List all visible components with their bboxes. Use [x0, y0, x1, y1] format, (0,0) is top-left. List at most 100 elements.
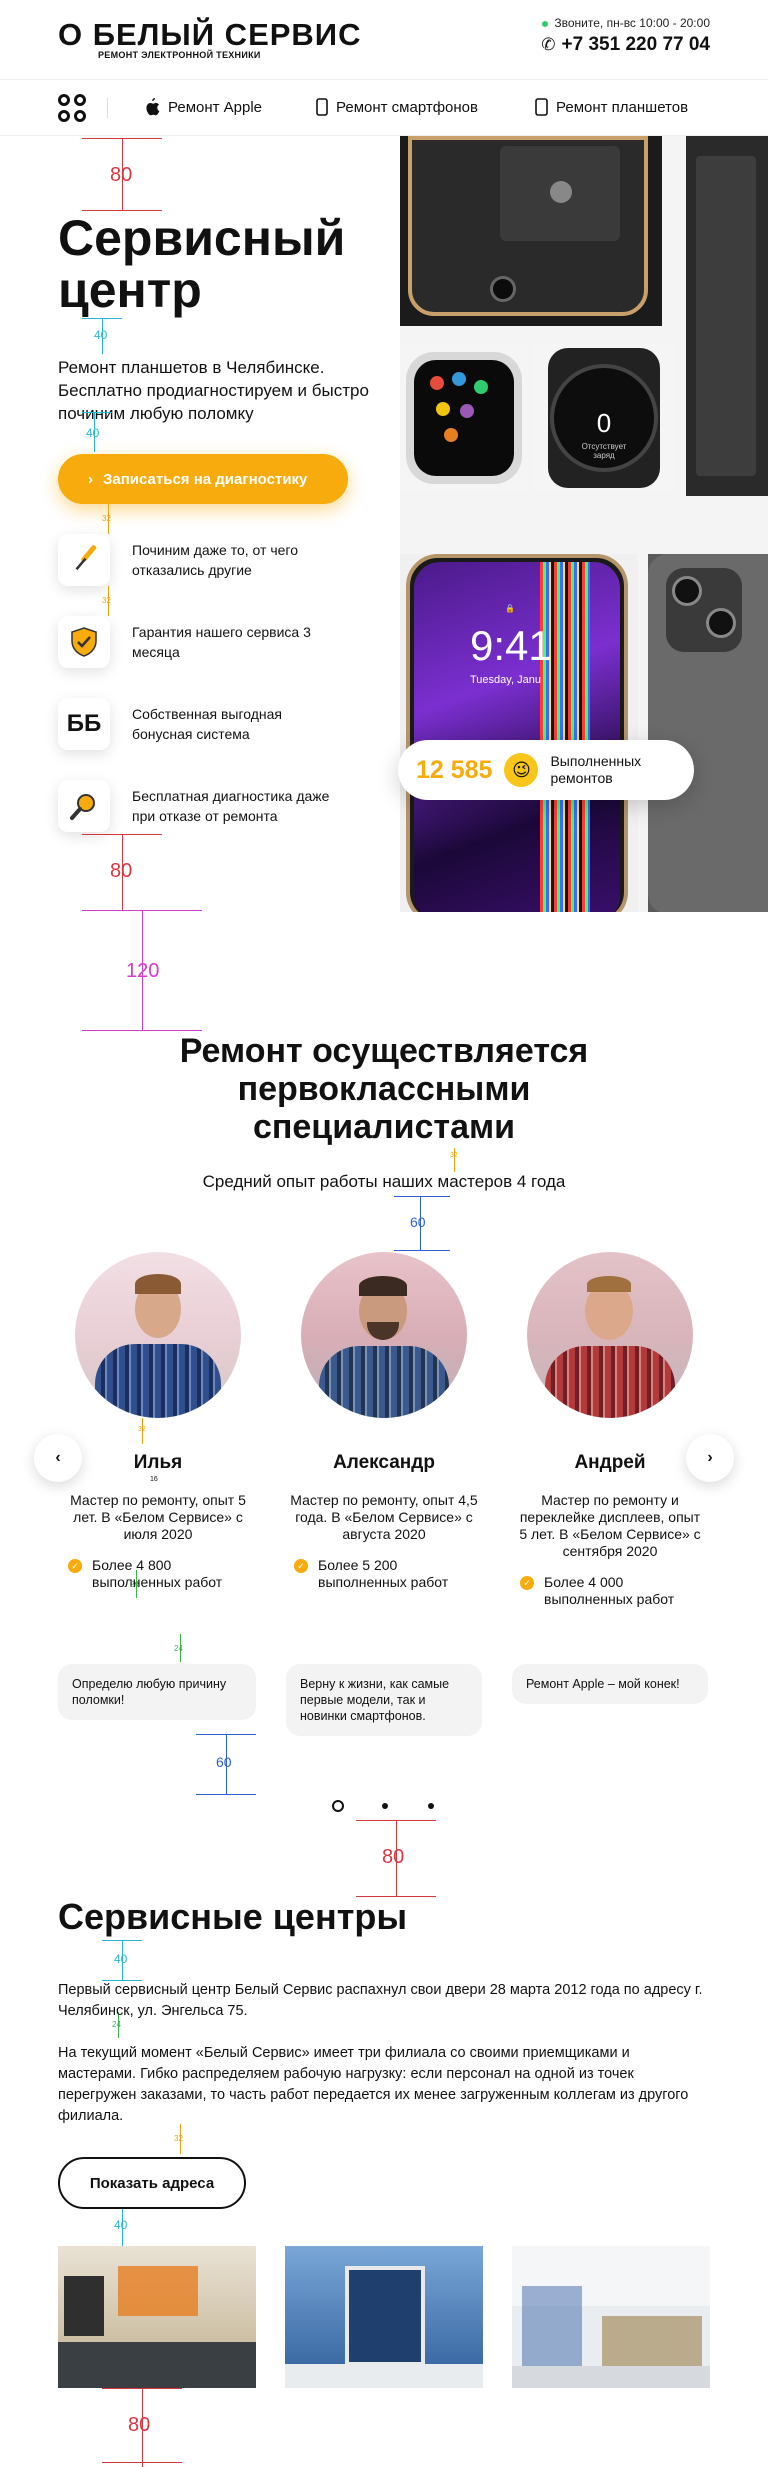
center-photo-2[interactable]	[285, 2246, 483, 2388]
guide-label: 40	[114, 2218, 128, 2232]
team-member-card: Александр Мастер по ремонту, опыт 4,5 го…	[284, 1252, 484, 1591]
feature-text: Гарантия нашего сервиса 3 месяца	[132, 624, 311, 660]
feature-text: Бесплатная диагностика даже при отказе о…	[132, 788, 330, 824]
centers-title: Сервисные центры	[58, 1896, 408, 1937]
phone-link[interactable]: ✆ +7 351 220 77 04	[541, 34, 710, 56]
magnifier-icon	[58, 780, 110, 832]
member-stat: ✓ Более 4 800 выполненных работ	[58, 1557, 258, 1591]
pagination-dot[interactable]	[428, 1803, 434, 1809]
logo-text: О БЕЛЫЙ СЕРВИС	[58, 17, 362, 52]
book-diagnostics-button[interactable]: › Записаться на диагностику	[58, 454, 348, 504]
phone-icon: ✆	[541, 35, 556, 54]
nav-item-tablets[interactable]: Ремонт планшетов	[535, 98, 688, 116]
member-role: Мастер по ремонту, опыт 4,5 года. В «Бел…	[290, 1492, 478, 1542]
ipad-back-photo	[648, 554, 768, 912]
team-member-card: Андрей Мастер по ремонту и переклейке ди…	[510, 1252, 710, 1608]
iphone-internals-photo	[400, 136, 662, 326]
online-status-dot-icon	[542, 20, 549, 27]
avatar	[75, 1252, 241, 1418]
team-subtitle: Средний опыт работы наших мастеров 4 год…	[202, 1172, 566, 1191]
avatar	[301, 1252, 467, 1418]
watch-charge-label: Отсутствует заряд	[581, 442, 627, 460]
check-badge-icon: ✓	[520, 1576, 534, 1590]
guide-label: 60	[410, 1214, 426, 1230]
member-name: Александр	[333, 1452, 435, 1473]
guide-label: 40	[86, 426, 100, 440]
hours-text: Звоните, пн-вс 10:00 - 20:00	[554, 16, 710, 30]
guide-label: 80	[110, 860, 133, 882]
broken-iphone-photo: 🔒 9:41 Tuesday, Janu	[400, 554, 638, 912]
guide-label: 80	[382, 1846, 405, 1868]
guide-label: 40	[114, 1952, 128, 1966]
contact-block: Звоните, пн-вс 10:00 - 20:00 ✆ +7 351 220…	[541, 16, 710, 56]
nav-divider	[107, 98, 108, 118]
team-title-text: Ремонт осуществляется первоклассными спе…	[179, 1032, 589, 1146]
phone-lockscreen-time: 9:41	[470, 622, 552, 669]
apple-watch-photo	[400, 342, 528, 492]
center-photo-1[interactable]	[58, 2246, 256, 2388]
screwdriver-icon	[58, 534, 110, 586]
guide-label: 32	[138, 1426, 146, 1433]
hero-title: Сервисный центр	[58, 212, 345, 316]
shield-icon	[58, 616, 110, 668]
phone-number: +7 351 220 77 04	[561, 34, 710, 55]
guide-label: 32	[102, 514, 111, 523]
feature-item: Гарантия нашего сервиса 3 месяца	[58, 616, 342, 668]
guide-label: 24	[130, 1580, 139, 1589]
feature-item: Починим даже то, от чего отказались друг…	[58, 534, 342, 586]
member-role: Мастер по ремонту, опыт 5 лет. В «Белом …	[70, 1492, 246, 1542]
guide-label: 32	[450, 1152, 458, 1159]
hero-title-line: центр	[58, 262, 202, 318]
lock-icon: 🔒	[505, 604, 515, 613]
main-nav: Ремонт Apple Ремонт смартфонов Ремонт пл…	[0, 80, 768, 136]
check-badge-icon: ✓	[294, 1559, 308, 1573]
pagination-dot[interactable]	[382, 1803, 388, 1809]
carousel-pagination	[332, 1800, 442, 1814]
nav-item-smartphones[interactable]: Ремонт смартфонов	[316, 98, 478, 116]
working-hours: Звоните, пн-вс 10:00 - 20:00	[541, 16, 710, 30]
completed-repairs-counter: 12 585 😉 Выполненных ремонтов	[398, 740, 694, 800]
feature-text: Починим даже то, от чего отказались друг…	[132, 542, 298, 578]
pagination-dot-active[interactable]	[332, 1800, 344, 1812]
counter-label: Выполненных ремонтов	[550, 753, 642, 786]
feature-item: ББ Собственная выгодная бонусная система	[58, 698, 342, 750]
centers-paragraph: На текущий момент «Белый Сервис» имеет т…	[58, 2045, 689, 2124]
nav-label: Ремонт планшетов	[556, 98, 689, 116]
member-quote: Верну к жизни, как самые первые модели, …	[286, 1664, 482, 1736]
guide-label: 16	[150, 1476, 158, 1483]
member-quote: Определю любую причину поломки!	[58, 1664, 256, 1720]
hero-subtitle: Ремонт планшетов в Челябинске. Бесплатно…	[58, 358, 369, 423]
smartphone-icon	[316, 98, 328, 116]
show-addresses-button[interactable]: Показать адреса	[58, 2157, 246, 2209]
center-photo-3[interactable]	[512, 2246, 710, 2388]
guide-label: 60	[216, 1754, 232, 1770]
member-stat-text: Более 4 000 выполненных работ	[544, 1574, 675, 1607]
hero-title-line: Сервисный	[58, 210, 346, 266]
guide-label: 80	[128, 2414, 151, 2436]
feature-item: Бесплатная диагностика даже при отказе о…	[58, 780, 342, 832]
check-badge-icon: ✓	[68, 1559, 82, 1573]
centers-paragraph: Первый сервисный центр Белый Сервис расп…	[58, 1982, 703, 2019]
guide-label: 120	[126, 960, 160, 982]
menu-grid-icon[interactable]	[58, 94, 86, 122]
member-quote: Ремонт Apple – мой конек!	[512, 1664, 708, 1704]
member-name: Илья	[133, 1452, 183, 1473]
wink-emoji-icon: 😉	[504, 753, 539, 787]
guide-label: 32	[174, 2134, 183, 2143]
site-header: О БЕЛЫЙ СЕРВИС РЕМОНТ ЭЛЕКТРОННОЙ ТЕХНИК…	[0, 0, 768, 80]
tablet-icon	[535, 98, 548, 116]
member-name: Андрей	[574, 1452, 646, 1473]
button-label: Записаться на диагностику	[103, 470, 308, 488]
team-section-title: Ремонт осуществляется первоклассными спе…	[0, 1032, 768, 1146]
bonus-icon: ББ	[58, 698, 110, 750]
feature-text: Собственная выгодная бонусная система	[132, 706, 283, 742]
guide-label: 40	[94, 328, 108, 342]
nav-label: Ремонт смартфонов	[336, 98, 478, 116]
nav-item-apple[interactable]: Ремонт Apple	[144, 98, 262, 116]
logo[interactable]: О БЕЛЫЙ СЕРВИС РЕМОНТ ЭЛЕКТРОННОЙ ТЕХНИК…	[58, 17, 362, 61]
watch-charge-value: 0	[596, 408, 612, 438]
member-stat: ✓ Более 5 200 выполненных работ	[284, 1557, 484, 1591]
avatar	[527, 1252, 693, 1418]
guide-label: 80	[110, 164, 133, 186]
team-member-card: Илья Мастер по ремонту, опыт 5 лет. В «Б…	[58, 1252, 258, 1591]
